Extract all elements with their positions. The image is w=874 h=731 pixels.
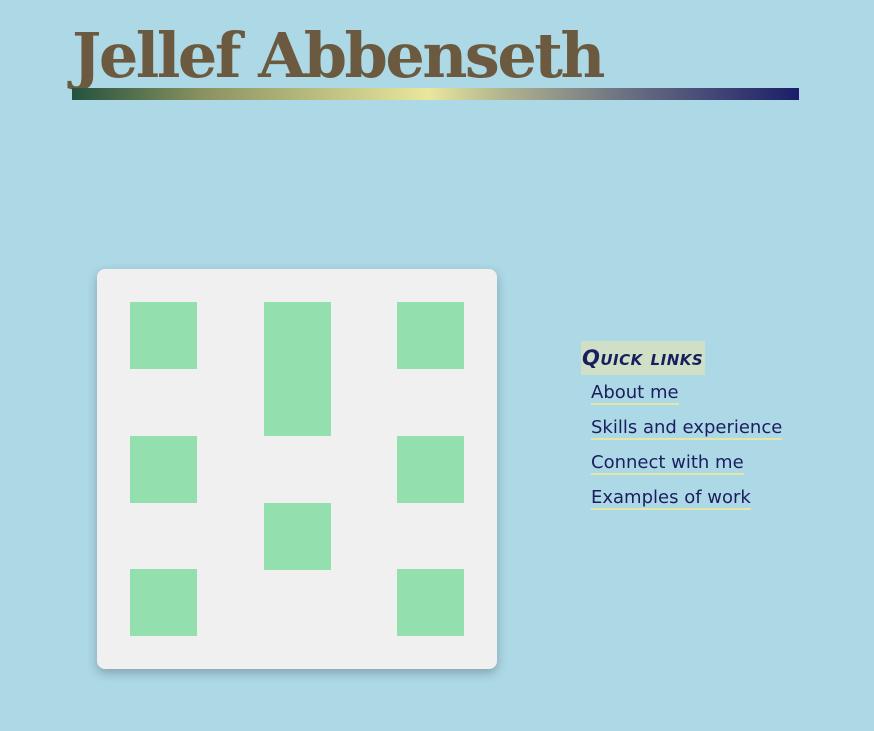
grid-tile-tall <box>264 302 331 436</box>
grid-tile <box>130 302 197 369</box>
site-title: Jellef Abbenseth <box>72 19 606 92</box>
quick-links-list: About me Skills and experience Connect w… <box>591 381 783 521</box>
grid-tile <box>397 569 464 636</box>
site-header: Jellef Abbenseth <box>72 19 799 100</box>
grid-tile <box>130 569 197 636</box>
link-skills-and-experience[interactable]: Skills and experience <box>591 417 783 440</box>
title-gradient-underline <box>72 88 799 100</box>
grid-tile <box>397 436 464 503</box>
quick-link-item: Examples of work <box>591 486 782 521</box>
quick-links-heading: Quick links <box>581 341 706 375</box>
grid-tile <box>264 503 331 570</box>
link-connect-with-me[interactable]: Connect with me <box>591 452 744 475</box>
link-examples-of-work[interactable]: Examples of work <box>591 487 751 510</box>
link-about-me[interactable]: About me <box>591 382 679 405</box>
quick-link-item: Connect with me <box>591 451 782 486</box>
quick-link-item: About me <box>591 381 782 416</box>
quick-links-nav: Quick links About me Skills and experien… <box>581 341 783 521</box>
grid-tile <box>397 302 464 369</box>
grid-tile <box>130 436 197 503</box>
tile-grid-card <box>97 269 497 669</box>
quick-link-item: Skills and experience <box>591 416 783 451</box>
